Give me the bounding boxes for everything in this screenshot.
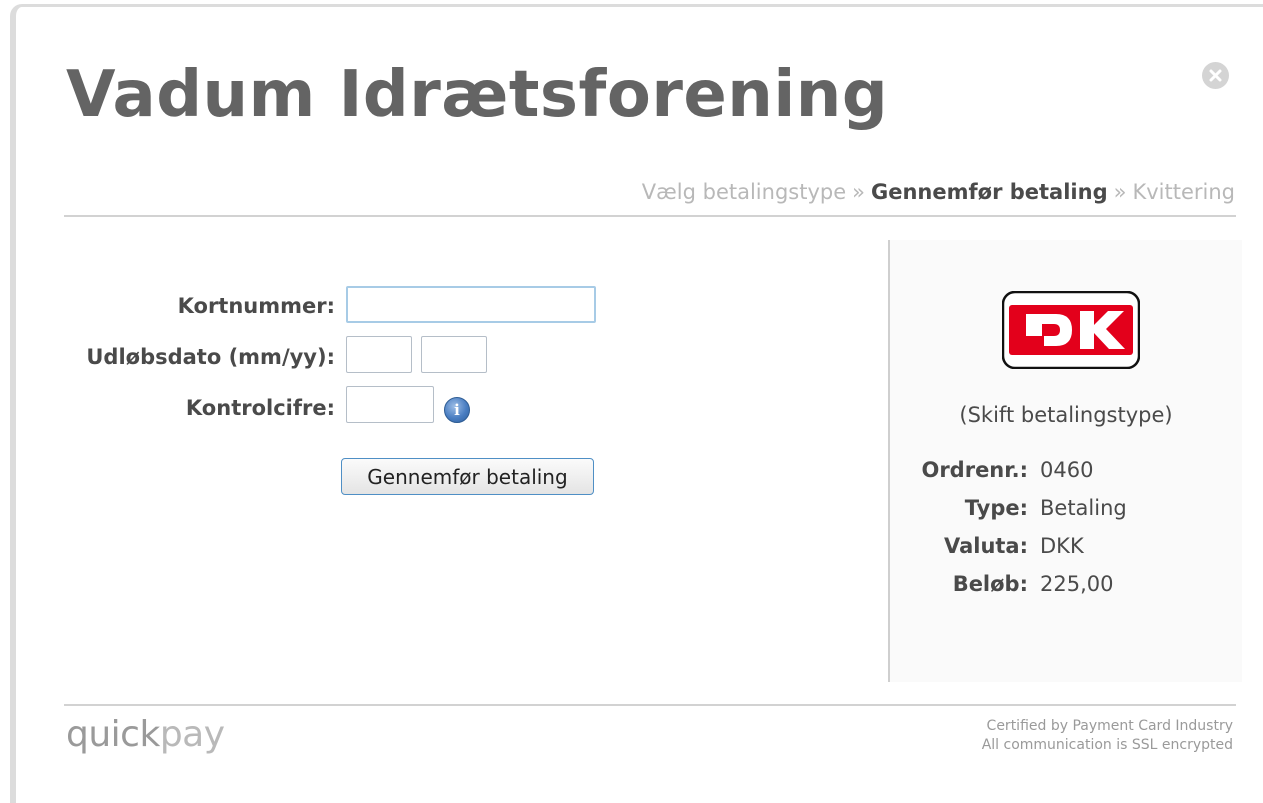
card-number-input[interactable] bbox=[346, 286, 596, 323]
ssl-encrypted-text: All communication is SSL encrypted bbox=[981, 737, 1233, 753]
pci-certified-text: Certified by Payment Card Industry bbox=[986, 718, 1233, 734]
amount-value: 225,00 bbox=[1040, 572, 1114, 596]
cvc-input[interactable] bbox=[346, 386, 434, 423]
dankort-logo-icon bbox=[1002, 291, 1140, 369]
close-button[interactable] bbox=[1202, 62, 1229, 89]
step-receipt: Kvittering bbox=[1132, 180, 1235, 204]
order-number-value: 0460 bbox=[1040, 458, 1094, 482]
footer-divider bbox=[64, 704, 1236, 706]
order-number-label: Ordrenr.: bbox=[921, 458, 1028, 482]
amount-label: Beløb: bbox=[952, 572, 1028, 596]
quickpay-logo: quickpay bbox=[66, 714, 225, 755]
security-notice: Certified by Payment Card Industry All c… bbox=[982, 717, 1233, 755]
header-divider bbox=[64, 215, 1236, 217]
expiry-year-input[interactable] bbox=[421, 336, 487, 373]
type-label: Type: bbox=[964, 496, 1028, 520]
quickpay-logo-text-light: pay bbox=[159, 714, 225, 755]
info-icon[interactable]: i bbox=[444, 397, 470, 423]
breadcrumb-steps: Vælg betalingstype» Gennemfør betaling» Kv… bbox=[642, 180, 1235, 204]
cvc-label: Kontrolcifre: bbox=[185, 396, 335, 420]
card-number-label: Kortnummer: bbox=[177, 294, 335, 318]
quickpay-logo-text: quick bbox=[66, 714, 160, 755]
step-separator: » bbox=[1113, 180, 1127, 204]
step-complete-payment: Gennemfør betaling bbox=[871, 180, 1108, 204]
type-value: Betaling bbox=[1040, 496, 1127, 520]
step-separator: » bbox=[852, 180, 865, 204]
close-icon bbox=[1209, 69, 1222, 82]
currency-value: DKK bbox=[1040, 534, 1084, 558]
panel-divider bbox=[888, 240, 890, 682]
currency-label: Valuta: bbox=[943, 534, 1028, 558]
switch-payment-type-link[interactable]: (Skift betalingstype) bbox=[890, 403, 1242, 427]
complete-payment-button[interactable]: Gennemfør betaling bbox=[341, 458, 594, 495]
expiry-month-input[interactable] bbox=[346, 336, 412, 373]
expiry-date-label: Udløbsdato (mm/yy): bbox=[86, 345, 335, 369]
step-choose-payment-type: Vælg betalingstype bbox=[641, 180, 847, 204]
page-title: Vadum Idrætsforening bbox=[66, 58, 889, 132]
